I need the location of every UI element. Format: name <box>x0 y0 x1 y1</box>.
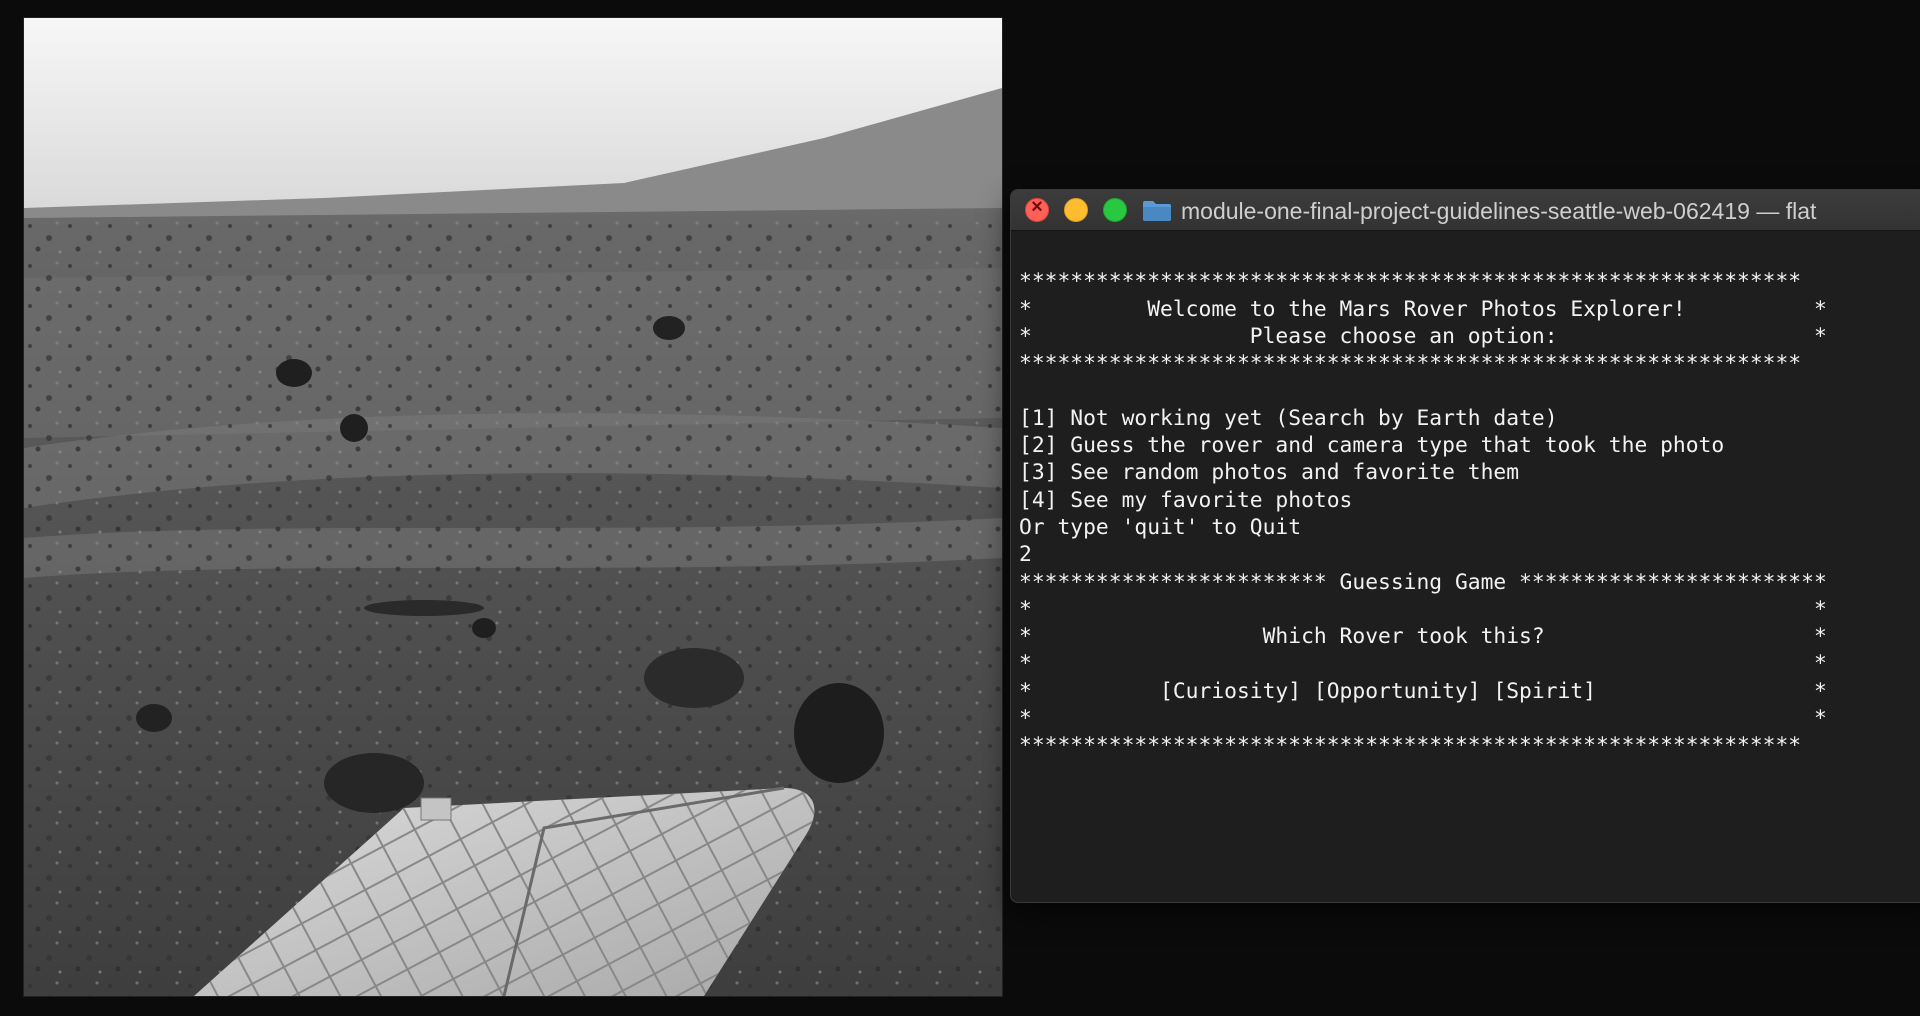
title-bar[interactable]: module-one-final-project-guidelines-seat… <box>1011 190 1920 231</box>
window-title: module-one-final-project-guidelines-seat… <box>1181 198 1817 224</box>
terminal-output[interactable]: ****************************************… <box>1011 231 1920 760</box>
maximize-icon[interactable] <box>1103 198 1127 222</box>
minimize-icon[interactable] <box>1064 198 1088 222</box>
terminal-line: [2] Guess the rover and camera type that… <box>1019 433 1725 459</box>
terminal-line: 2 <box>1019 542 1032 568</box>
terminal-line: * [Curiosity] [Opportunity] [Spirit] * <box>1019 678 1827 704</box>
terminal-line: [3] See random photos and favorite them <box>1019 460 1520 486</box>
terminal-line: * * <box>1019 651 1827 677</box>
terminal-line: [1] Not working yet (Search by Earth dat… <box>1019 405 1558 431</box>
terminal-line: Or type 'quit' to Quit <box>1019 514 1302 540</box>
terminal-line: * * <box>1019 596 1827 622</box>
terminal-line: [4] See my favorite photos <box>1019 487 1353 513</box>
desktop: module-one-final-project-guidelines-seat… <box>0 0 1920 1016</box>
terminal-line: ************************ Guessing Game *… <box>1019 569 1827 595</box>
terminal-line: * Which Rover took this? * <box>1019 624 1827 650</box>
folder-icon <box>1143 201 1171 221</box>
mars-rover-photo <box>24 18 1002 996</box>
terminal-line: * * <box>1019 706 1827 732</box>
terminal-window[interactable]: module-one-final-project-guidelines-seat… <box>1010 189 1920 903</box>
mars-landscape-image <box>24 18 1002 996</box>
terminal-line: ****************************************… <box>1019 733 1802 759</box>
close-icon[interactable] <box>1025 196 1049 222</box>
terminal-line: * Please choose an option: * <box>1019 323 1827 349</box>
terminal-line: ****************************************… <box>1019 351 1802 377</box>
terminal-line: ****************************************… <box>1019 269 1802 295</box>
terminal-line: * Welcome to the Mars Rover Photos Explo… <box>1019 296 1827 322</box>
